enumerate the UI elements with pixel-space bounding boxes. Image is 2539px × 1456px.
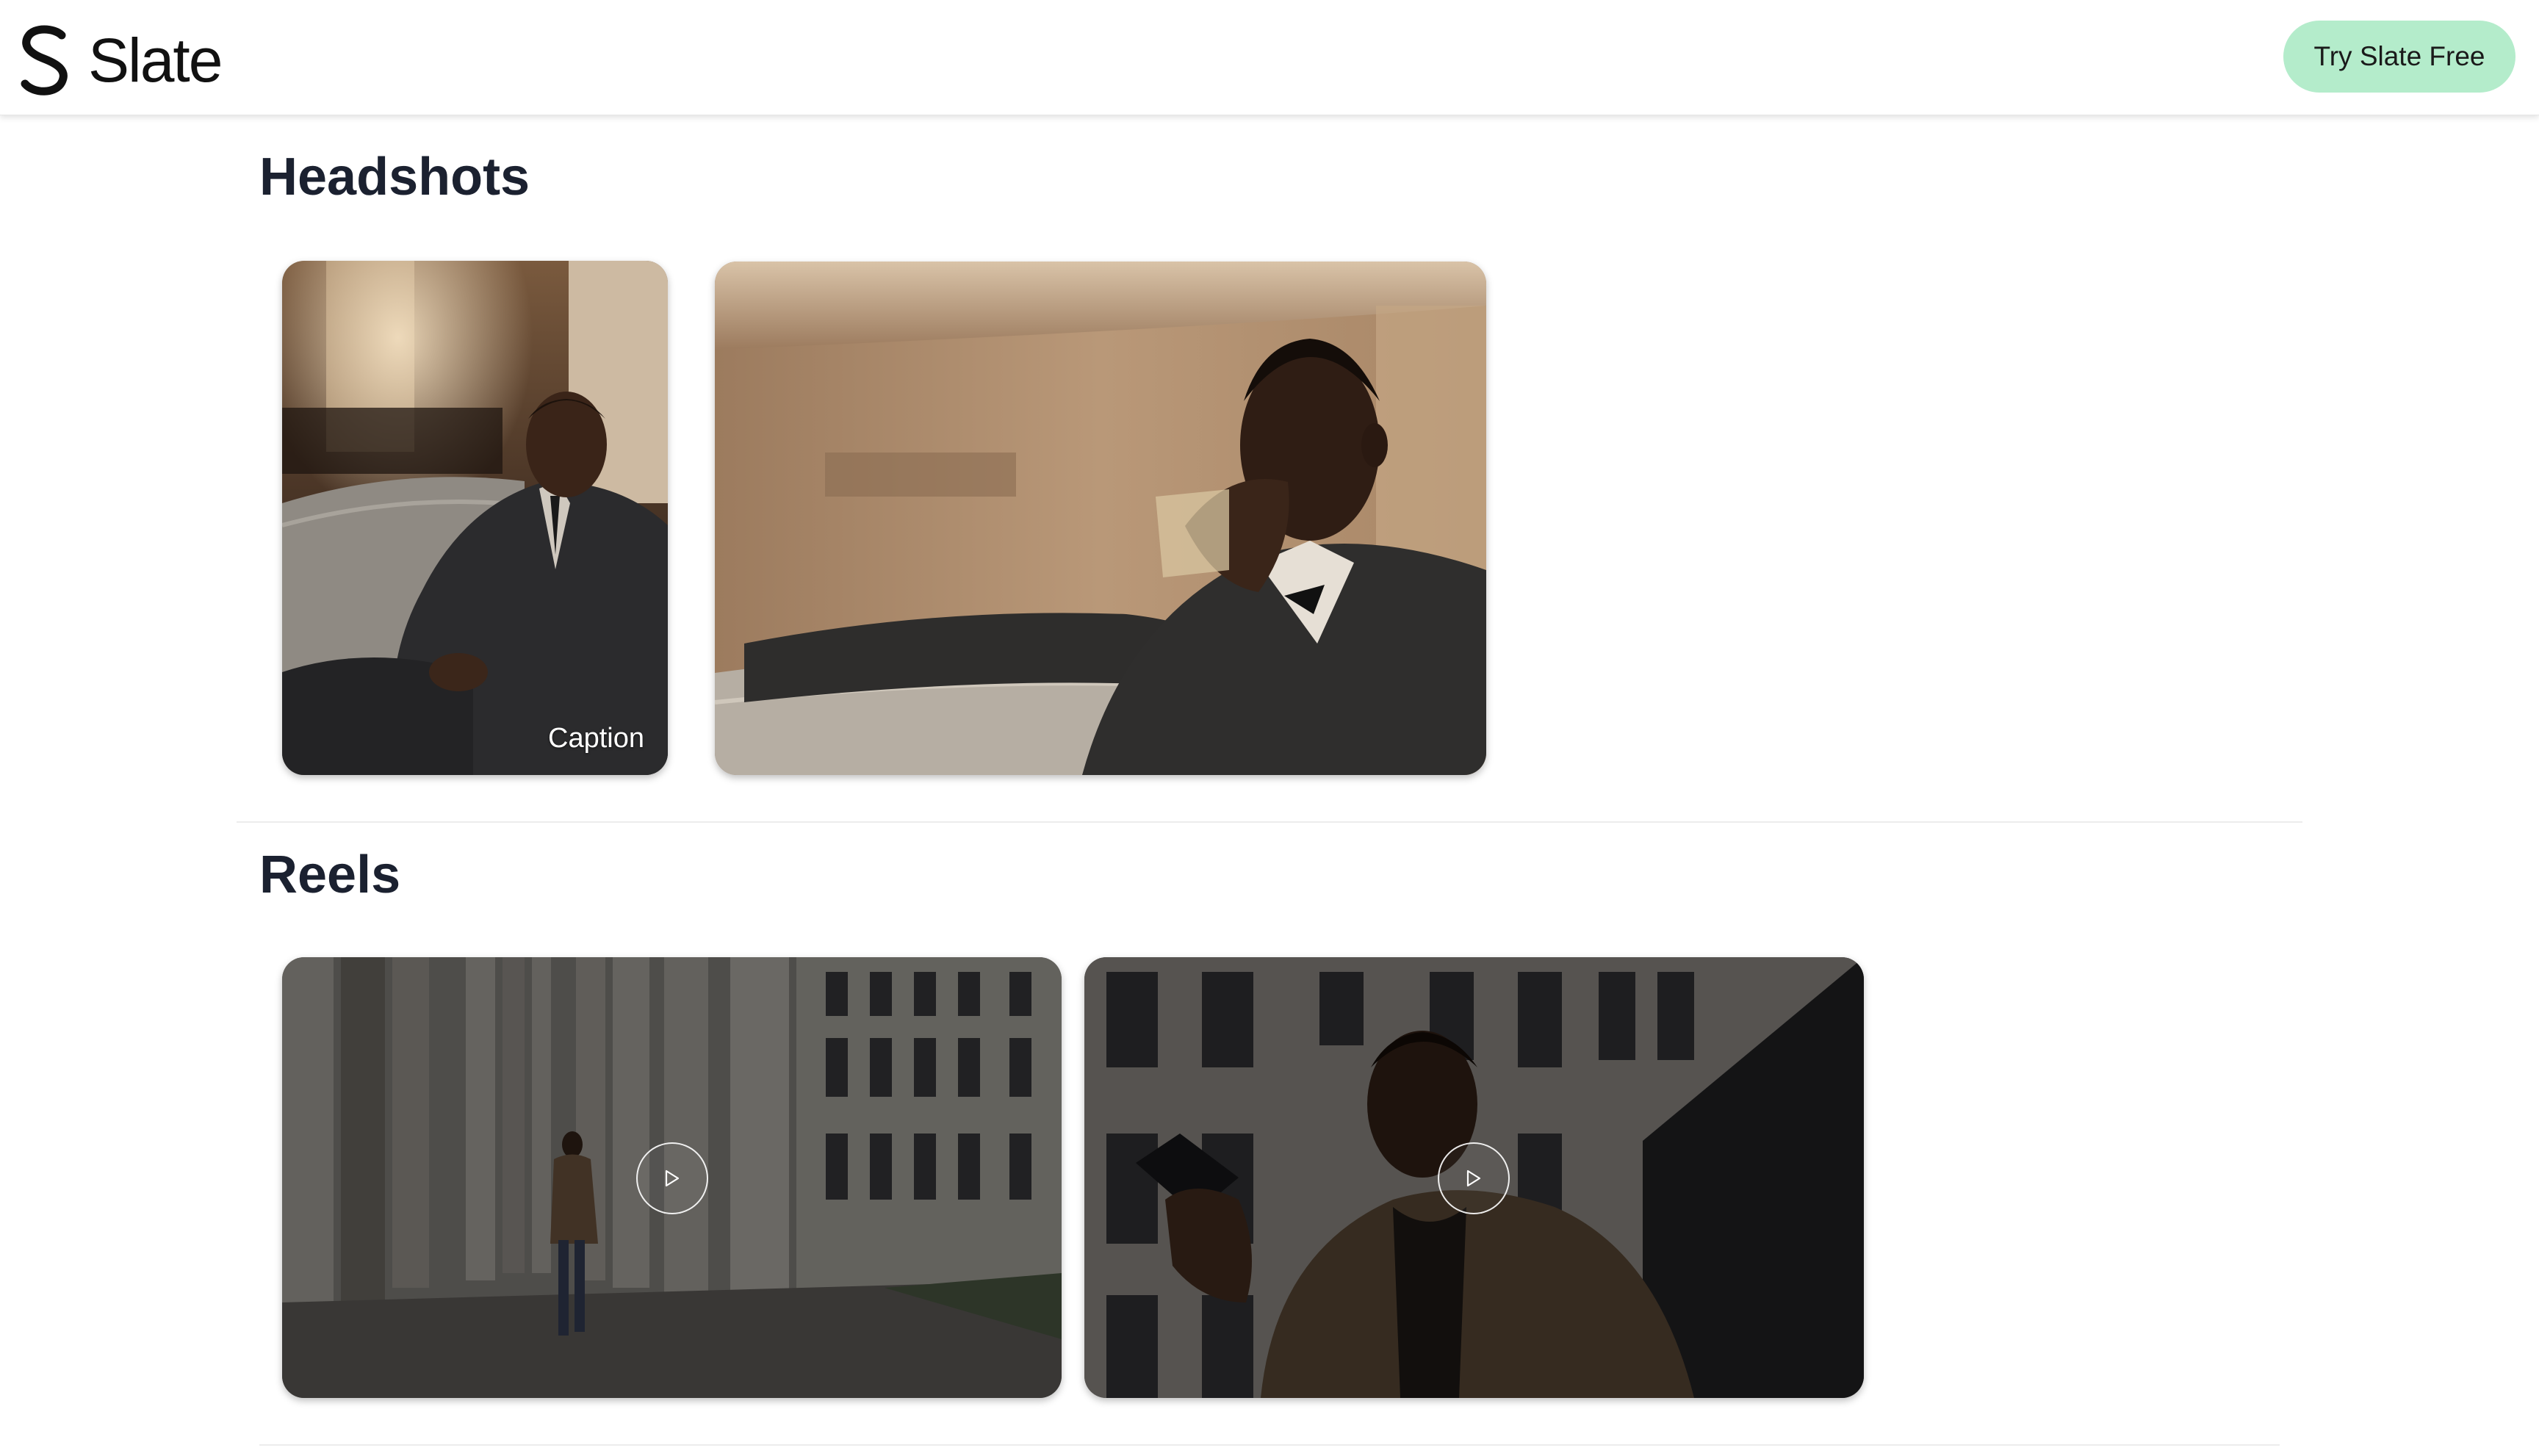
play-icon [665,1170,680,1187]
brand-logo[interactable]: Slate [19,25,223,95]
reels-section-title: Reels [259,846,401,904]
play-button[interactable] [1438,1142,1510,1214]
reel-video-2[interactable] [1084,957,1864,1398]
slate-logo-icon [21,25,68,95]
section-divider [237,821,2302,823]
top-navigation-bar: Slate Try Slate Free [0,0,2539,115]
photo-caption: Caption [548,723,644,754]
play-icon [1466,1170,1481,1187]
try-slate-free-button[interactable]: Try Slate Free [2283,21,2515,93]
headshot-photo-1[interactable]: Caption [282,261,668,775]
brand-name: Slate [88,26,223,95]
section-divider [259,1444,2280,1446]
headshot-image [715,262,1486,775]
headshot-photo-2[interactable] [715,262,1486,775]
headshots-section-title: Headshots [259,148,530,206]
headshot-image [282,261,668,775]
play-button[interactable] [636,1142,708,1214]
reel-video-1[interactable] [282,957,1062,1398]
